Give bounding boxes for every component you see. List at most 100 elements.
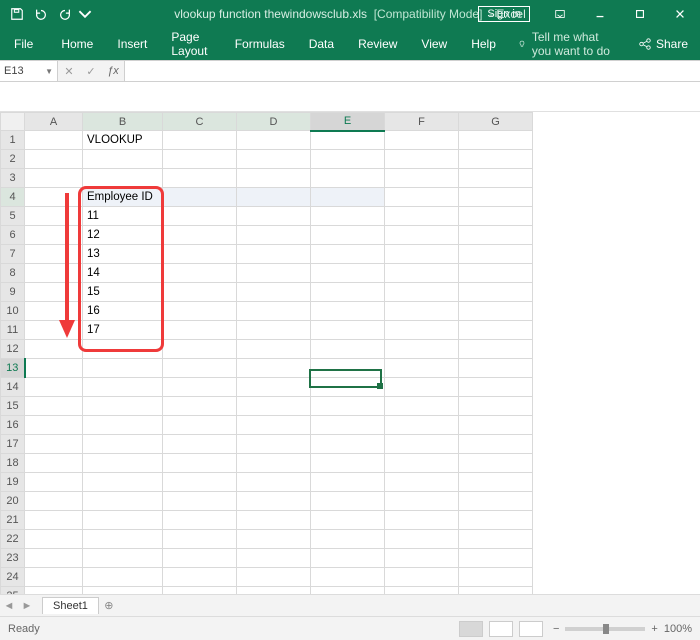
cell-F23[interactable] xyxy=(385,549,459,568)
cell-D12[interactable] xyxy=(237,340,311,359)
cell-G6[interactable] xyxy=(459,226,533,245)
cell-D17[interactable] xyxy=(237,435,311,454)
cell-B15[interactable] xyxy=(83,397,163,416)
cell-A22[interactable] xyxy=(25,530,83,549)
cell-C11[interactable] xyxy=(163,321,237,340)
cell-E20[interactable] xyxy=(311,492,385,511)
cell-F8[interactable] xyxy=(385,264,459,283)
cell-G7[interactable] xyxy=(459,245,533,264)
cell-C14[interactable] xyxy=(163,378,237,397)
cell-D24[interactable] xyxy=(237,568,311,587)
cell-A12[interactable] xyxy=(25,340,83,359)
cell-A17[interactable] xyxy=(25,435,83,454)
row-header-9[interactable]: 9 xyxy=(1,283,25,302)
cell-F12[interactable] xyxy=(385,340,459,359)
cell-B5[interactable]: 11 xyxy=(83,207,163,226)
cell-A7[interactable] xyxy=(25,245,83,264)
col-header-E[interactable]: E xyxy=(311,113,385,131)
cell-A21[interactable] xyxy=(25,511,83,530)
view-normal-icon[interactable] xyxy=(459,621,483,637)
tab-file[interactable]: File xyxy=(0,28,49,60)
cell-F17[interactable] xyxy=(385,435,459,454)
cell-A25[interactable] xyxy=(25,587,83,595)
tell-me-search[interactable]: Tell me what you want to do xyxy=(508,30,626,58)
cell-F4[interactable] xyxy=(385,188,459,207)
cell-E22[interactable] xyxy=(311,530,385,549)
add-sheet-icon[interactable]: ⊕ xyxy=(99,599,119,612)
col-header-C[interactable]: C xyxy=(163,113,237,131)
cell-G2[interactable] xyxy=(459,150,533,169)
cell-D1[interactable] xyxy=(237,131,311,150)
cell-D5[interactable] xyxy=(237,207,311,226)
tab-home[interactable]: Home xyxy=(49,28,105,60)
cell-G9[interactable] xyxy=(459,283,533,302)
cell-C23[interactable] xyxy=(163,549,237,568)
cell-E10[interactable] xyxy=(311,302,385,321)
row-header-23[interactable]: 23 xyxy=(1,549,25,568)
col-header-F[interactable]: F xyxy=(385,113,459,131)
cell-D13[interactable] xyxy=(237,359,311,378)
row-header-7[interactable]: 7 xyxy=(1,245,25,264)
cell-C15[interactable] xyxy=(163,397,237,416)
cell-G16[interactable] xyxy=(459,416,533,435)
cell-C16[interactable] xyxy=(163,416,237,435)
cell-A11[interactable] xyxy=(25,321,83,340)
cell-B8[interactable]: 14 xyxy=(83,264,163,283)
cell-G12[interactable] xyxy=(459,340,533,359)
cell-D4[interactable] xyxy=(237,188,311,207)
cell-B24[interactable] xyxy=(83,568,163,587)
view-page-break-icon[interactable] xyxy=(519,621,543,637)
zoom-slider[interactable] xyxy=(565,627,645,631)
row-header-14[interactable]: 14 xyxy=(1,378,25,397)
cell-D8[interactable] xyxy=(237,264,311,283)
cell-F5[interactable] xyxy=(385,207,459,226)
row-header-4[interactable]: 4 xyxy=(1,188,25,207)
cell-E14[interactable] xyxy=(311,378,385,397)
cell-B9[interactable]: 15 xyxy=(83,283,163,302)
cell-E25[interactable] xyxy=(311,587,385,595)
cell-G24[interactable] xyxy=(459,568,533,587)
cell-B7[interactable]: 13 xyxy=(83,245,163,264)
row-header-22[interactable]: 22 xyxy=(1,530,25,549)
cell-F10[interactable] xyxy=(385,302,459,321)
cell-D25[interactable] xyxy=(237,587,311,595)
sheet-tab-active[interactable]: Sheet1 xyxy=(42,597,99,614)
cell-C17[interactable] xyxy=(163,435,237,454)
cell-A6[interactable] xyxy=(25,226,83,245)
cell-A19[interactable] xyxy=(25,473,83,492)
cell-A2[interactable] xyxy=(25,150,83,169)
redo-icon[interactable] xyxy=(54,3,76,25)
tab-review[interactable]: Review xyxy=(346,28,409,60)
cell-C10[interactable] xyxy=(163,302,237,321)
cell-F25[interactable] xyxy=(385,587,459,595)
cell-A16[interactable] xyxy=(25,416,83,435)
cell-A13[interactable] xyxy=(25,359,83,378)
cell-B11[interactable]: 17 xyxy=(83,321,163,340)
tab-view[interactable]: View xyxy=(409,28,459,60)
row-header-6[interactable]: 6 xyxy=(1,226,25,245)
cell-B23[interactable] xyxy=(83,549,163,568)
cell-B12[interactable] xyxy=(83,340,163,359)
cell-A8[interactable] xyxy=(25,264,83,283)
cell-E6[interactable] xyxy=(311,226,385,245)
cell-G15[interactable] xyxy=(459,397,533,416)
tab-insert[interactable]: Insert xyxy=(105,28,159,60)
cell-A18[interactable] xyxy=(25,454,83,473)
cell-D11[interactable] xyxy=(237,321,311,340)
cell-D18[interactable] xyxy=(237,454,311,473)
cell-D20[interactable] xyxy=(237,492,311,511)
row-header-25[interactable]: 25 xyxy=(1,587,25,595)
cell-F11[interactable] xyxy=(385,321,459,340)
cell-B20[interactable] xyxy=(83,492,163,511)
cell-F6[interactable] xyxy=(385,226,459,245)
cell-D10[interactable] xyxy=(237,302,311,321)
cell-B25[interactable] xyxy=(83,587,163,595)
cell-E2[interactable] xyxy=(311,150,385,169)
cell-G14[interactable] xyxy=(459,378,533,397)
cell-D6[interactable] xyxy=(237,226,311,245)
cell-G22[interactable] xyxy=(459,530,533,549)
row-header-15[interactable]: 15 xyxy=(1,397,25,416)
save-icon[interactable] xyxy=(6,3,28,25)
cell-C3[interactable] xyxy=(163,169,237,188)
cell-E5[interactable] xyxy=(311,207,385,226)
